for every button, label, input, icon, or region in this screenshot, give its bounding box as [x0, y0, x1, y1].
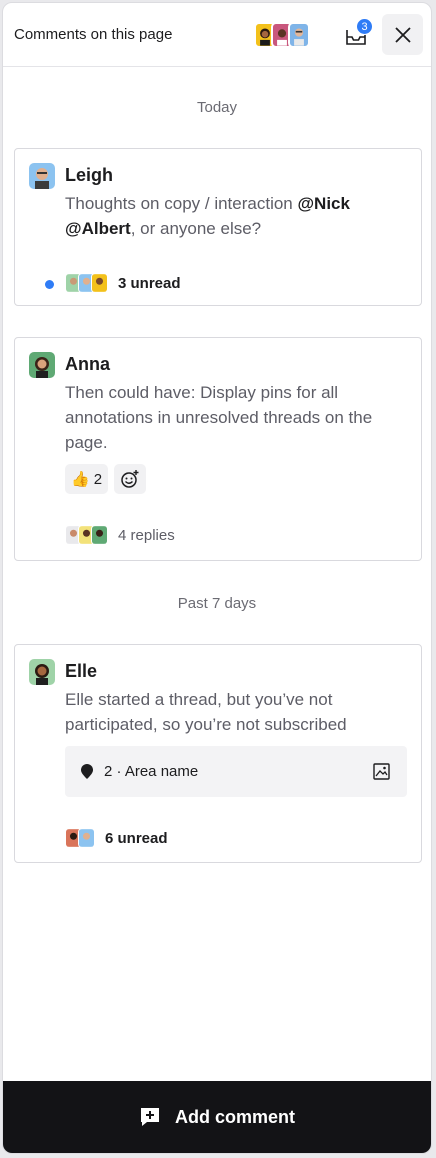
image-icon[interactable]: [373, 763, 390, 780]
comments-panel: Comments on this page 3 Today Leigh Thou…: [2, 2, 432, 1154]
avatar: [29, 352, 55, 378]
close-icon: [394, 26, 411, 43]
avatar: [91, 525, 108, 545]
add-comment-button[interactable]: Add comment: [3, 1081, 431, 1153]
close-button[interactable]: [382, 14, 423, 55]
reply-count: 4 replies: [118, 526, 175, 544]
area-name: 2 · Area name: [104, 763, 199, 780]
comment-thread[interactable]: Anna Then could have: Display pins for a…: [14, 337, 422, 561]
comment-body: Elle started a thread, but you’ve not pa…: [65, 690, 347, 734]
avatar: [29, 659, 55, 685]
participant-avatars[interactable]: [254, 22, 310, 48]
unread-count-badge: 3: [356, 18, 373, 35]
pin-icon: [81, 763, 93, 779]
thread-participants: 4 replies: [65, 525, 175, 545]
avatar: [78, 828, 95, 848]
comment-thread[interactable]: Elle Elle started a thread, but you’ve n…: [14, 644, 422, 863]
reactions-bar: 👍 2: [65, 464, 147, 494]
comment-author: Elle: [65, 661, 98, 681]
unread-count: 6 unread: [105, 829, 168, 847]
panel-header: Comments on this page 3: [3, 3, 431, 67]
avatar: [91, 273, 108, 293]
thread-participants: 6 unread: [65, 828, 168, 848]
comment-body: Then could have: Display pins for all an…: [65, 383, 373, 452]
comment-author: Leigh: [65, 165, 113, 185]
avatar: [29, 163, 55, 189]
unread-indicator: [45, 280, 54, 289]
comment-thread[interactable]: Leigh Thoughts on copy / interaction @Ni…: [14, 148, 422, 306]
add-comment-label: Add comment: [174, 1106, 295, 1127]
add-reaction-button[interactable]: [114, 464, 147, 494]
thread-participants: 3 unread: [65, 273, 181, 293]
comment-body: Thoughts on copy / interaction @Nick @Al…: [65, 194, 350, 238]
section-label-today: Today: [196, 99, 238, 116]
thumbs-up-icon: 👍: [71, 471, 90, 488]
add-comment-icon: [139, 1106, 161, 1128]
add-emoji-icon: [121, 470, 139, 488]
section-label-past-7-days: Past 7 days: [177, 595, 257, 612]
panel-title: Comments on this page: [14, 26, 173, 43]
comment-author: Anna: [65, 354, 110, 374]
reaction-thumbs-up[interactable]: 👍 2: [65, 464, 109, 494]
annotation-area-link[interactable]: 2 · Area name: [65, 746, 407, 797]
avatar: [288, 22, 310, 48]
unread-count: 3 unread: [118, 274, 181, 292]
reaction-count: 2: [93, 470, 103, 488]
